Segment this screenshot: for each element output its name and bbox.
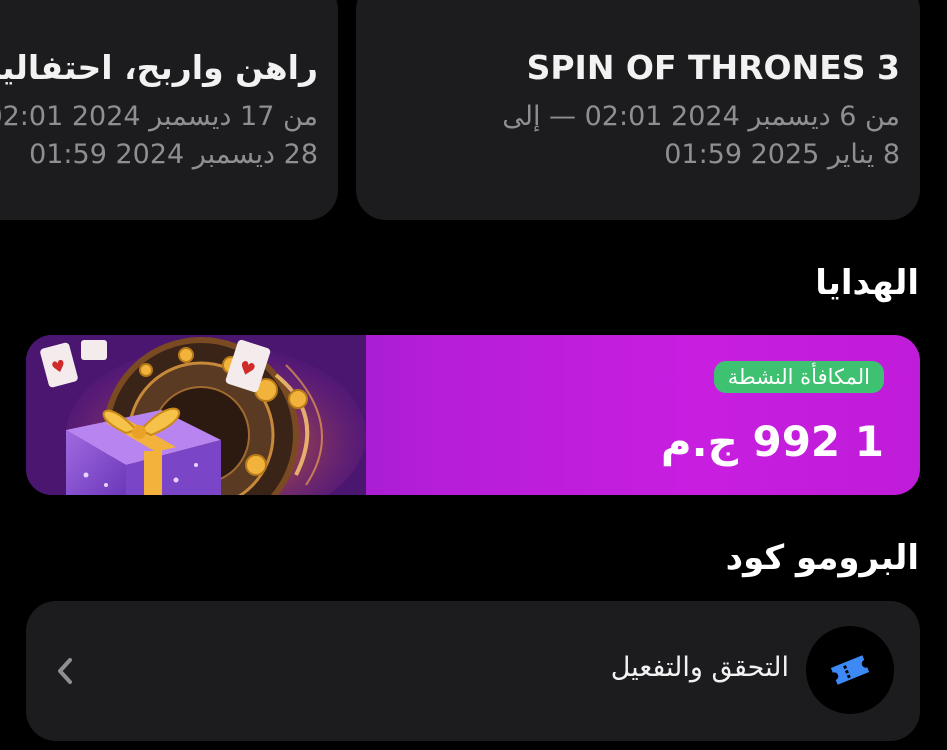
tournament-dates: من 17 ديسمبر 2024 02:01 28 ديسمبر 2024 0… (0, 98, 318, 174)
tournament-dates: من 6 ديسمبر 2024 02:01 — إلى 8 يناير 202… (502, 98, 900, 174)
promo-section-title: البرومو كود (725, 538, 919, 578)
active-bonus-badge: المكافأة النشطة (713, 361, 884, 393)
tournament-card-new-year[interactable]: راهن واربح، احتفالية رأس السنة من 17 ديس… (0, 0, 338, 220)
active-bonus-banner[interactable]: ♥ ♥ المكافأة النشطة 1 992 ج.م (26, 335, 920, 495)
chevron-left-icon (52, 654, 78, 688)
tournament-date-line: 28 ديسمبر 2024 01:59 (29, 139, 318, 170)
screen: SPIN OF THRONES 3 من 6 ديسمبر 2024 02:01… (0, 0, 947, 750)
gifts-section-title: الهدايا (815, 263, 919, 303)
tournament-date-line: 8 يناير 2025 01:59 (664, 139, 900, 170)
tournament-date-line: من 17 ديسمبر 2024 02:01 (0, 101, 318, 132)
bonus-amount: 1 992 ج.م (660, 417, 884, 466)
tournament-card-spin-of-thrones[interactable]: SPIN OF THRONES 3 من 6 ديسمبر 2024 02:01… (356, 0, 920, 220)
promo-action-label: التحقق والتفعيل (610, 652, 789, 683)
ticket-icon (806, 626, 894, 714)
tournament-title: راهن واربح، احتفالية رأس السنة (0, 48, 318, 87)
tournament-date-line: من 6 ديسمبر 2024 02:01 — إلى (502, 101, 900, 132)
gift-roulette-illustration: ♥ ♥ (26, 335, 366, 495)
tournament-title: SPIN OF THRONES 3 (526, 48, 900, 87)
